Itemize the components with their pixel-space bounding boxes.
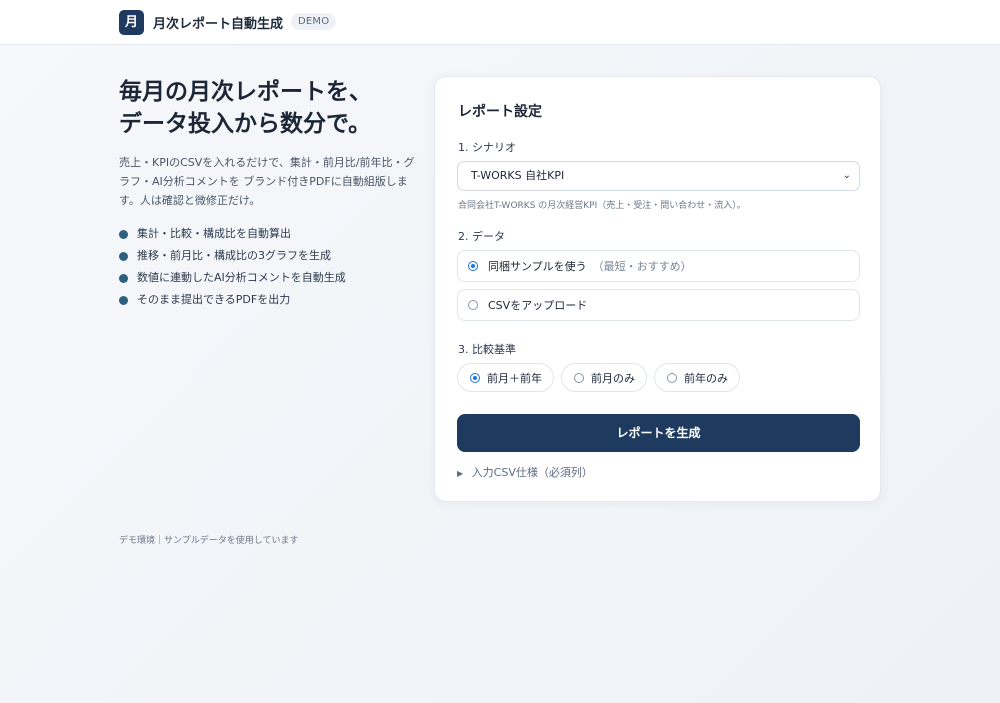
radio-unchecked-icon[interactable] xyxy=(574,372,584,383)
compare-option-both[interactable]: 前月＋前年 xyxy=(457,363,554,392)
app-logo: 月 xyxy=(119,10,144,35)
feature-text: 数値に連動したAI分析コメントを自動生成 xyxy=(137,271,346,284)
data-option-sub: （最短・おすすめ） xyxy=(592,260,692,273)
feature-list: 集計・比較・構成比を自動算出 推移・前月比・構成比の3グラフを生成 数値に連動し… xyxy=(119,223,346,311)
compare-option-label: 前月＋前年 xyxy=(487,371,542,385)
hero-description: 売上・KPIのCSVを入れるだけで、集計・前月比/前年比・グラフ・AI分析コメン… xyxy=(119,156,415,207)
generate-report-button[interactable]: レポートを生成 xyxy=(457,414,860,452)
compare-option-label: 前年のみ xyxy=(684,371,728,385)
hero-title-line-2: データ投入から数分で。 xyxy=(119,111,372,137)
bullet-dot-icon xyxy=(119,251,128,261)
csv-spec-label: 入力CSV仕様（必須列） xyxy=(471,466,593,479)
feature-item: 集計・比較・構成比を自動算出 xyxy=(119,223,346,245)
data-option-upload[interactable]: CSVをアップロード xyxy=(457,289,860,321)
bullet-dot-icon xyxy=(119,295,128,305)
top-bar: 月 月次レポート自動生成 DEMO xyxy=(0,0,1000,45)
app-title: 月次レポート自動生成 xyxy=(153,17,284,32)
triangle-right-icon: ▶ xyxy=(457,469,464,478)
data-option-label: CSVをアップロード xyxy=(488,299,588,312)
data-option-label: 同梱サンプルを使う xyxy=(488,260,587,273)
scenario-select-value: T-WORKS 自社KPI xyxy=(471,169,565,182)
feature-text: 推移・前月比・構成比の3グラフを生成 xyxy=(137,249,331,262)
bullet-dot-icon xyxy=(119,273,128,283)
radio-unchecked-icon[interactable] xyxy=(468,300,478,310)
data-option-sample[interactable]: 同梱サンプルを使う （最短・おすすめ） xyxy=(457,250,860,282)
scenario-select[interactable]: T-WORKS 自社KPI ⌄ xyxy=(457,161,860,191)
bullet-dot-icon xyxy=(119,229,128,239)
data-label: 2. データ xyxy=(458,230,505,243)
card-title: レポート設定 xyxy=(458,104,542,120)
compare-option-prev-month[interactable]: 前月のみ xyxy=(561,363,647,392)
feature-text: 集計・比較・構成比を自動算出 xyxy=(137,227,291,240)
radio-checked-icon[interactable] xyxy=(468,261,478,271)
compare-option-prev-year[interactable]: 前年のみ xyxy=(654,363,740,392)
feature-item: 数値に連動したAI分析コメントを自動生成 xyxy=(119,267,346,289)
feature-text: そのまま提出できるPDFを出力 xyxy=(137,293,291,306)
report-settings-card: レポート設定 1. シナリオ T-WORKS 自社KPI ⌄ 合同会社T-WOR… xyxy=(434,76,881,502)
radio-checked-icon[interactable] xyxy=(470,372,480,383)
scenario-hint: 合同会社T-WORKS の月次経営KPI（売上・受注・問い合わせ・流入）。 xyxy=(458,201,746,211)
footer-note: デモ環境｜サンプルデータを使用しています xyxy=(119,536,299,546)
feature-item: そのまま提出できるPDFを出力 xyxy=(119,289,346,311)
scenario-label: 1. シナリオ xyxy=(458,141,516,154)
demo-badge: DEMO xyxy=(291,13,337,30)
chevron-down-icon: ⌄ xyxy=(842,170,851,181)
radio-unchecked-icon[interactable] xyxy=(667,372,677,383)
hero-title: 毎月の月次レポートを、 データ投入から数分で。 xyxy=(119,76,419,140)
csv-spec-toggle[interactable]: ▶ 入力CSV仕様（必須列） xyxy=(457,464,593,480)
feature-item: 推移・前月比・構成比の3グラフを生成 xyxy=(119,245,346,267)
compare-label: 3. 比較基準 xyxy=(458,343,516,356)
compare-option-label: 前月のみ xyxy=(591,371,635,385)
hero-title-line-1: 毎月の月次レポートを、 xyxy=(119,79,372,105)
